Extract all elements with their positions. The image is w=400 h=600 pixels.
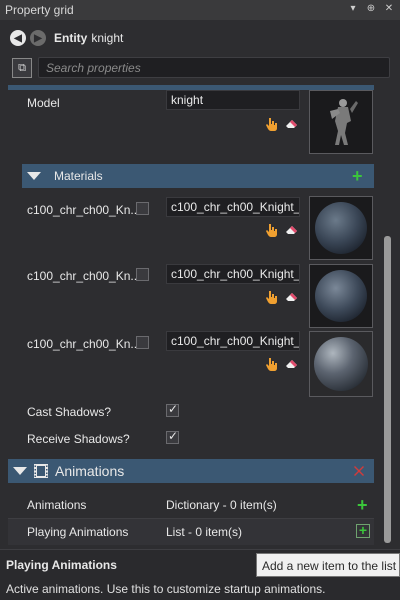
close-icon[interactable]: ✕ <box>384 3 394 14</box>
model-field[interactable]: knight <box>166 90 300 110</box>
row-divider <box>8 518 374 519</box>
pin-icon[interactable]: ⊕ <box>366 3 376 14</box>
add-item-icon[interactable]: + <box>357 496 368 514</box>
title-bar: Property grid ▾ ⊕ ✕ <box>0 0 400 20</box>
cast-shadows-label: Cast Shadows? <box>27 405 112 419</box>
entity-kind: Entity <box>54 31 88 45</box>
cast-shadows-checkbox[interactable] <box>166 402 179 417</box>
forward-icon[interactable]: ▶ <box>30 30 46 46</box>
animations-label: Animations <box>27 498 87 512</box>
material-thumbnail <box>309 264 373 328</box>
eraser-icon[interactable] <box>285 118 299 130</box>
material-label: c100_chr_ch00_Kn... <box>27 337 141 351</box>
entity-nav-bar: ◀ ▶ Entity knight <box>0 22 400 54</box>
material-checkbox[interactable] <box>136 336 149 349</box>
pick-hand-icon[interactable] <box>265 117 278 131</box>
animations-section-title: Animations <box>55 463 125 479</box>
materials-section-title: Materials <box>54 169 103 183</box>
entity-name: knight <box>91 31 124 45</box>
add-material-icon[interactable]: + <box>352 167 363 185</box>
eraser-icon[interactable] <box>285 224 299 236</box>
description-title: Playing Animations <box>6 558 117 572</box>
material-sphere-icon <box>310 197 372 259</box>
description-text: Active animations. Use this to customize… <box>6 582 326 596</box>
copy-icon[interactable]: ⧉ <box>12 58 32 78</box>
film-strip-icon <box>34 464 48 478</box>
material-field[interactable]: c100_chr_ch00_Knight_K <box>166 264 300 284</box>
animations-section-header[interactable]: Animations <box>8 459 374 483</box>
material-checkbox[interactable] <box>136 202 149 215</box>
materials-section-header[interactable]: Materials + <box>22 164 374 188</box>
receive-shadows-checkbox[interactable] <box>166 429 179 444</box>
knight-figure-icon <box>310 91 372 153</box>
eraser-icon[interactable] <box>285 358 299 370</box>
scrollbar-thumb[interactable] <box>384 236 391 543</box>
material-checkbox[interactable] <box>136 268 149 281</box>
material-field[interactable]: c100_chr_ch00_Knight_S <box>166 331 300 351</box>
playing-animations-value: List - 0 item(s) <box>166 525 243 539</box>
pick-hand-icon[interactable] <box>265 223 278 237</box>
pick-hand-icon[interactable] <box>265 290 278 304</box>
model-thumbnail <box>309 90 373 154</box>
search-input[interactable] <box>38 57 390 78</box>
receive-shadows-label: Receive Shadows? <box>27 432 130 446</box>
material-thumbnail <box>309 331 373 397</box>
search-row: ⧉ <box>0 54 400 82</box>
material-label: c100_chr_ch00_Kn... <box>27 269 141 283</box>
material-label: c100_chr_ch00_Kn... <box>27 203 141 217</box>
material-sphere-icon <box>310 265 372 327</box>
material-thumbnail <box>309 196 373 260</box>
remove-icon[interactable] <box>353 465 365 477</box>
window-controls: ▾ ⊕ ✕ <box>348 3 394 14</box>
eraser-icon[interactable] <box>285 291 299 303</box>
pick-hand-icon[interactable] <box>265 357 278 371</box>
playing-animations-label: Playing Animations <box>27 525 129 539</box>
expand-arrow-icon[interactable] <box>27 172 41 180</box>
add-item-icon[interactable]: + <box>356 523 370 538</box>
animations-value: Dictionary - 0 item(s) <box>166 498 277 512</box>
back-icon[interactable]: ◀ <box>10 30 26 46</box>
window-title: Property grid <box>5 3 74 17</box>
material-sphere-icon <box>310 332 372 396</box>
model-label: Model <box>27 96 60 110</box>
material-field[interactable]: c100_chr_ch00_Knight_K <box>166 197 300 217</box>
expand-arrow-icon[interactable] <box>13 467 27 475</box>
tooltip: Add a new item to the list <box>256 553 400 577</box>
dropdown-icon[interactable]: ▾ <box>348 3 358 14</box>
